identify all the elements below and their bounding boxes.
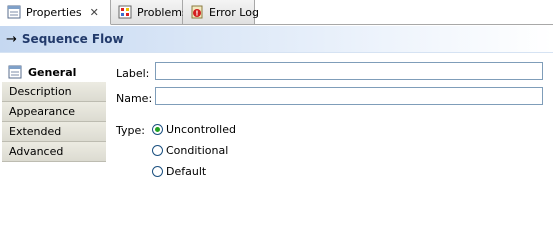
tab-error-log[interactable]: ! Error Log [183,0,259,25]
sidetab-list: General Description Appearance Extended … [0,62,107,240]
sidetab-label: Advanced [9,145,64,158]
type-option-conditional[interactable]: Conditional [152,144,228,157]
radio-icon[interactable] [152,166,163,177]
label-input[interactable] [155,62,543,80]
radio-selected-icon[interactable] [152,124,163,135]
tab-properties-label: Properties [26,5,82,19]
problems-icon [117,4,133,20]
section-header: → Sequence Flow [0,26,553,53]
general-sheet-icon [7,64,23,80]
tab-error-log-label: Error Log [209,5,259,19]
sidetab-label: Description [9,85,72,98]
radio-label: Uncontrolled [166,123,236,136]
page-title: Sequence Flow [21,32,124,46]
sidetab-label: Extended [9,125,62,138]
sidetab-advanced[interactable]: Advanced [2,142,106,162]
type-option-default[interactable]: Default [152,165,206,178]
view-tab-bar: Properties ✕ Problems ! Error Log [0,0,553,25]
radio-label: Conditional [166,144,229,157]
sidetab-general[interactable]: General [2,62,106,82]
radio-icon[interactable] [152,145,163,156]
tab-problems[interactable]: Problems [111,0,188,25]
arrow-icon: → [6,31,17,47]
sidetab-appearance[interactable]: Appearance [2,102,106,122]
type-option-uncontrolled[interactable]: Uncontrolled [152,123,236,136]
tab-properties[interactable]: Properties ✕ [0,0,111,25]
properties-sheet-icon [6,4,22,20]
name-field-label: Name: [116,92,153,105]
label-field-label: Label: [116,67,150,80]
sidetab-label: General [28,65,77,79]
sidetab-label: Appearance [9,105,76,118]
name-input[interactable] [155,87,543,105]
close-icon[interactable]: ✕ [90,6,99,19]
radio-label: Default [166,165,207,178]
sidetab-description[interactable]: Description [2,82,106,102]
sidetab-extended[interactable]: Extended [2,122,106,142]
svg-text:!: ! [195,10,198,18]
sidetab-filler [2,162,106,240]
tab-problems-label: Problems [137,5,188,19]
type-field-label: Type: [116,124,145,137]
error-log-icon: ! [189,4,205,20]
